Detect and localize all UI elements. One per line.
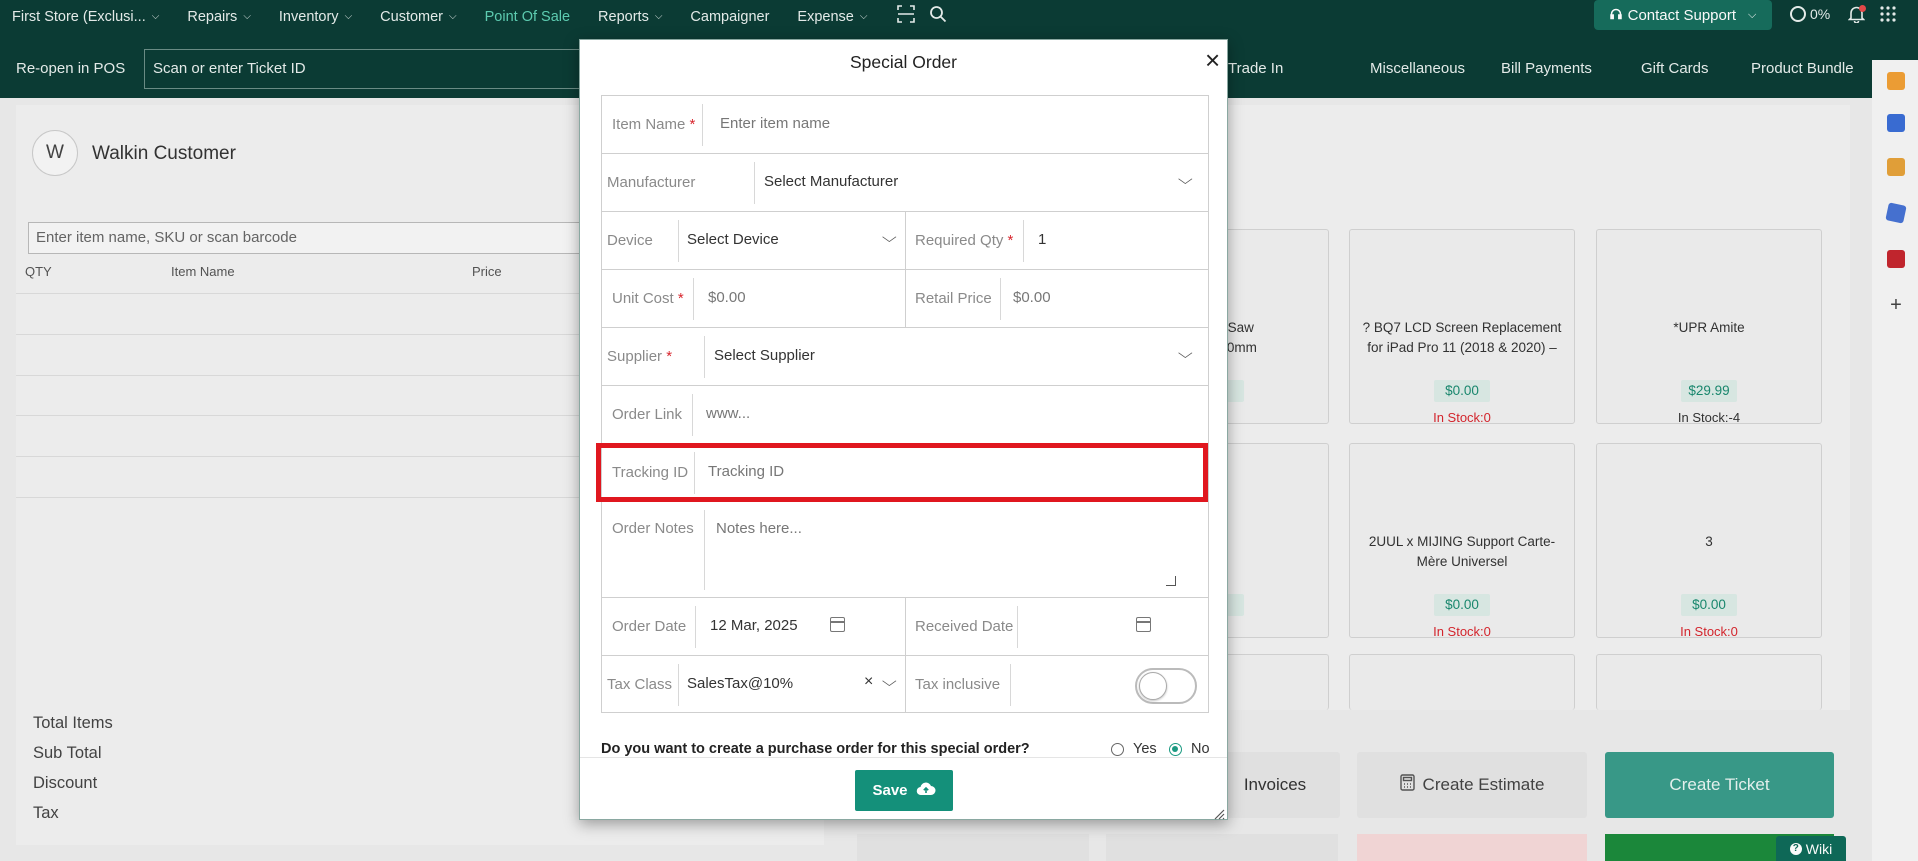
tax-row: Tax Class SalesTax@10% × ⌵ Tax inclusive (602, 656, 1208, 714)
divider (1017, 606, 1018, 648)
divider (905, 212, 906, 269)
divider (695, 606, 696, 648)
divider (678, 664, 679, 706)
device-qty-row: Device Select Device ⌵ Required Qty * 1 (602, 212, 1208, 270)
toggle-knob (1139, 672, 1167, 700)
order-link-label: Order Link (612, 406, 683, 423)
divider (678, 220, 679, 262)
divider (580, 757, 1227, 758)
chevron-down-icon[interactable]: ⌵ (882, 673, 897, 690)
divider (704, 336, 705, 378)
divider (1000, 278, 1001, 320)
order-link-input[interactable]: www... (706, 405, 750, 422)
tracking-id-highlight (596, 443, 1208, 502)
special-order-modal: Special Order × Item Name * Enter item n… (579, 39, 1228, 820)
tax-class-select[interactable]: SalesTax@10% (687, 675, 793, 692)
supplier-select[interactable]: Select Supplier (714, 347, 815, 364)
divider (1010, 664, 1011, 706)
po-yes-label: Yes (1133, 741, 1157, 757)
po-yes-radio[interactable] (1111, 743, 1124, 756)
order-notes-label: Order Notes (612, 520, 694, 537)
chevron-down-icon[interactable]: ⌵ (1178, 171, 1193, 188)
order-notes-textarea[interactable]: Notes here... (706, 506, 1184, 594)
order-date-label: Order Date (612, 618, 687, 635)
resize-handle-icon[interactable] (1166, 576, 1176, 586)
item-name-label: Item Name * (612, 116, 696, 133)
po-no-radio[interactable] (1169, 743, 1182, 756)
divider (754, 162, 755, 204)
manufacturer-label: Manufacturer (607, 174, 696, 191)
required-qty-label: Required Qty * (915, 232, 1014, 249)
divider (1023, 220, 1024, 262)
item-name-row: Item Name * Enter item name (602, 96, 1208, 154)
tax-inclusive-toggle[interactable] (1135, 668, 1197, 704)
required-qty-input[interactable]: 1 (1038, 231, 1046, 248)
device-select[interactable]: Select Device (687, 231, 779, 248)
chevron-down-icon[interactable]: ⌵ (882, 229, 897, 246)
order-date-input[interactable]: 12 Mar, 2025 (710, 617, 798, 634)
unit-cost-label: Unit Cost * (612, 290, 684, 307)
dates-row: Order Date 12 Mar, 2025 Received Date (602, 598, 1208, 656)
calendar-icon[interactable] (1136, 617, 1151, 632)
supplier-row: Supplier * Select Supplier ⌵ (602, 328, 1208, 386)
device-label: Device (607, 232, 653, 249)
resize-handle-icon[interactable] (1214, 807, 1225, 820)
calendar-icon[interactable] (830, 617, 845, 632)
order-link-row: Order Link www... (602, 386, 1208, 444)
save-button[interactable]: Save (855, 770, 953, 811)
tax-inclusive-label: Tax inclusive (915, 676, 1001, 693)
divider (692, 394, 693, 436)
retail-price-input[interactable]: $0.00 (1013, 289, 1051, 306)
unit-cost-input[interactable]: $0.00 (708, 289, 746, 306)
supplier-label: Supplier * (607, 348, 673, 365)
manufacturer-row: Manufacturer Select Manufacturer ⌵ (602, 154, 1208, 212)
special-order-form: Item Name * Enter item name Manufacturer… (601, 95, 1209, 713)
po-no-label: No (1191, 741, 1210, 757)
item-name-input[interactable]: Enter item name (720, 115, 830, 132)
cloud-upload-icon (916, 782, 936, 800)
clear-icon[interactable]: × (864, 673, 873, 691)
order-notes-row: Order Notes Notes here... (602, 502, 1208, 598)
divider (905, 656, 906, 713)
purchase-order-question: Do you want to create a purchase order f… (601, 741, 1030, 757)
divider (905, 270, 906, 327)
close-icon[interactable]: × (1205, 47, 1220, 73)
divider (905, 598, 906, 655)
received-date-label: Received Date (915, 618, 1014, 635)
cost-price-row: Unit Cost * $0.00 Retail Price $0.00 (602, 270, 1208, 328)
divider (693, 278, 694, 320)
modal-title: Special Order (850, 52, 957, 72)
retail-price-label: Retail Price (915, 290, 992, 307)
divider (704, 510, 705, 590)
chevron-down-icon[interactable]: ⌵ (1178, 345, 1193, 362)
tax-class-label: Tax Class (607, 676, 673, 693)
manufacturer-select[interactable]: Select Manufacturer (764, 173, 898, 190)
divider (702, 104, 703, 146)
